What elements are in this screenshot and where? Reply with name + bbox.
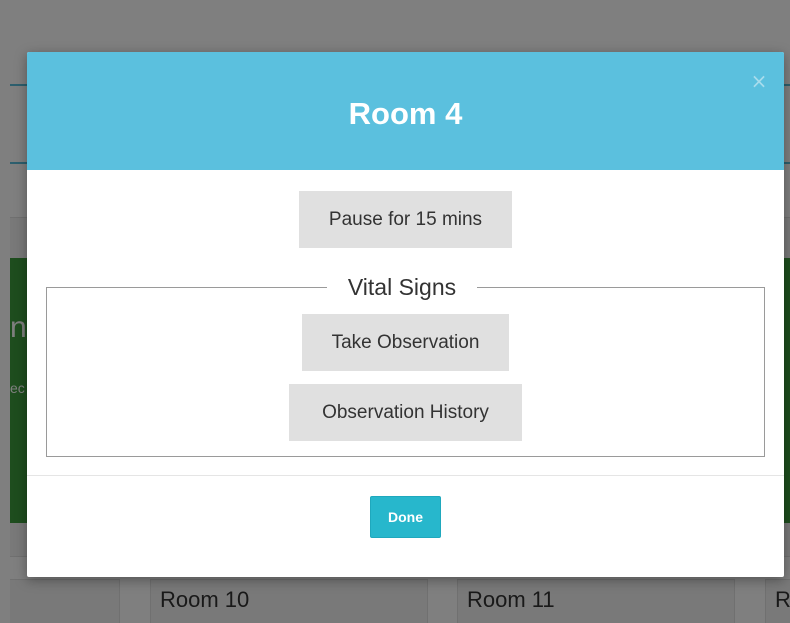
done-button[interactable]: Done — [370, 496, 441, 538]
modal-title: Room 4 — [348, 96, 463, 131]
take-observation-button[interactable]: Take Observation — [302, 314, 509, 371]
pause-button[interactable]: Pause for 15 mins — [299, 191, 512, 248]
close-icon[interactable]: × — [749, 70, 769, 92]
modal-footer-divider — [27, 475, 784, 476]
vital-signs-legend: Vital Signs — [327, 272, 477, 302]
modal-header: Room 4 × — [27, 52, 784, 170]
observation-history-button[interactable]: Observation History — [289, 384, 522, 441]
room-modal: Room 4 × Pause for 15 mins Vital Signs T… — [27, 52, 784, 577]
